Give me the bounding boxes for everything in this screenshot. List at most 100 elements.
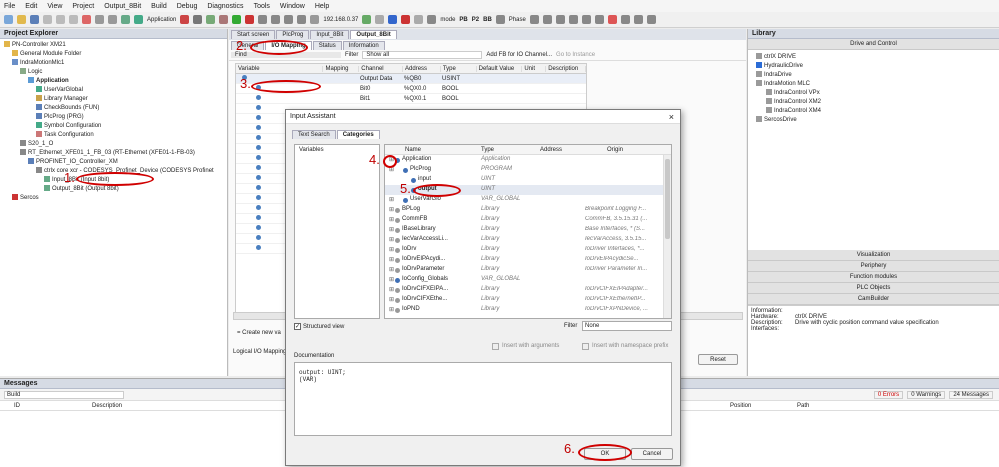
grid-icon[interactable] — [594, 15, 604, 24]
io-column-header[interactable]: Type — [441, 65, 477, 72]
tree-item[interactable]: PROFINET_IO_Controller_XM — [2, 158, 227, 167]
expand-icon[interactable]: ⊞ — [389, 296, 394, 303]
symbol-row[interactable]: ⊞ IoDrvParameter Library IoDriver Parameter… — [385, 265, 671, 275]
logout-icon[interactable] — [219, 15, 229, 24]
library-item[interactable]: IndraControl VPx — [756, 89, 999, 98]
mapping-cell[interactable] — [324, 74, 360, 83]
delete-icon[interactable] — [82, 15, 91, 24]
library-group-visualization[interactable]: Visualization — [748, 250, 999, 261]
menu-help[interactable]: Help — [315, 3, 329, 10]
menu-diagnostics[interactable]: Diagnostics — [207, 3, 243, 10]
stop-icon[interactable] — [245, 15, 255, 24]
tree-item[interactable]: General Module Folder — [2, 50, 227, 59]
subtab-information[interactable]: Information — [342, 41, 385, 50]
paste-icon[interactable] — [69, 15, 78, 24]
copy-icon[interactable] — [56, 15, 65, 24]
symbol-row[interactable]: ⊞ BPLog Library Breakpoint Logging F... — [385, 205, 671, 215]
dialog-tab-categories[interactable]: Categories — [336, 130, 380, 139]
expand-icon[interactable]: ⊞ — [389, 246, 394, 253]
step-icon[interactable] — [271, 15, 281, 24]
library-group-periphery[interactable]: Periphery — [748, 261, 999, 272]
expand-icon[interactable]: ⊞ — [389, 256, 394, 263]
menu-edit[interactable]: Edit — [25, 3, 37, 10]
sync-icon[interactable] — [495, 15, 505, 24]
step-over-icon[interactable] — [284, 15, 294, 24]
network-icon[interactable] — [310, 15, 320, 24]
filter-dropdown[interactable]: None — [582, 321, 672, 331]
reset-icon[interactable] — [258, 15, 268, 24]
clock-icon[interactable] — [414, 15, 424, 24]
io-column-header[interactable]: Variable — [236, 65, 324, 72]
table-row[interactable]: Bit1 %QX0.1 BOOL — [236, 94, 586, 104]
category-item[interactable]: Variables — [299, 147, 375, 153]
expand-icon[interactable]: ⊞ — [389, 286, 394, 293]
io-column-header[interactable]: Unit — [522, 65, 547, 72]
mode-pb-button[interactable]: PB — [459, 17, 467, 23]
menu-build[interactable]: Build — [151, 3, 167, 10]
cancel-button[interactable]: Cancel — [631, 448, 673, 460]
connect-icon[interactable] — [362, 15, 372, 24]
messages-column-header-cell[interactable]: ID — [14, 403, 20, 409]
expand-icon[interactable]: ⊞ — [389, 266, 394, 273]
subtab-status[interactable]: Status — [312, 41, 342, 50]
menu-file[interactable]: File — [4, 3, 15, 10]
symbol-row[interactable]: ⊞ PlcProg PROGRAM — [385, 165, 671, 175]
mapping-cell[interactable] — [324, 94, 360, 103]
tree-item[interactable]: Logic — [2, 68, 227, 77]
login-icon[interactable] — [206, 15, 216, 24]
go-to-instance-button[interactable]: Go to Instance — [556, 52, 595, 58]
tree-item[interactable]: IndraMotionMlc1 — [2, 59, 227, 68]
find-icon[interactable] — [121, 15, 130, 24]
symbol-row[interactable]: ⊞ IoDrvEIPAcydi... Library IoDrvEIPAcydicSe… — [385, 255, 671, 265]
tree-item[interactable]: UserVarGlobal — [2, 86, 227, 95]
library-item[interactable]: ctrlX DRIVE — [756, 53, 999, 62]
errors-filter-button[interactable]: 0 Errors — [873, 390, 904, 399]
expand-icon[interactable]: ⊞ — [389, 216, 394, 223]
symbol-row[interactable]: ⊞ CommFB Library CommFB, 3.5.15.31 (... — [385, 215, 671, 225]
disconnect-icon[interactable] — [375, 15, 385, 24]
expand-icon[interactable]: ⊞ — [389, 236, 394, 243]
mode-p2-button[interactable]: P2 — [472, 17, 479, 23]
menu-output-8bit[interactable]: Output_8Bit — [104, 3, 141, 10]
expand-icon[interactable]: ⊞ — [389, 196, 394, 203]
window-icon[interactable] — [646, 15, 656, 24]
menu-view[interactable]: View — [47, 3, 62, 10]
io-column-header[interactable]: Address — [403, 65, 441, 72]
add-fb-button[interactable]: Add FB for IO Channel... — [486, 52, 552, 58]
io-column-header[interactable]: Mapping — [323, 65, 360, 72]
io-column-header[interactable]: Channel — [359, 65, 404, 72]
tree-item[interactable]: PlcProg (PRG) — [2, 113, 227, 122]
io-column-header[interactable]: Description — [546, 65, 586, 72]
library-item[interactable]: SercosDrive — [756, 116, 999, 125]
messages-filter-button[interactable]: 24 Messages — [949, 390, 993, 399]
menu-tools[interactable]: Tools — [254, 3, 270, 10]
symbol-row[interactable]: ⊞ IoPND Library IoDrvCIFXPNDevice, ... — [385, 305, 671, 315]
cut-icon[interactable] — [43, 15, 52, 24]
build-icon[interactable] — [180, 15, 190, 24]
library-item[interactable]: IndraControl XM2 — [756, 98, 999, 107]
structured-view-checkbox[interactable]: ✓ — [294, 323, 301, 330]
mode-bb-button[interactable]: BB — [483, 17, 492, 23]
close-icon[interactable]: × — [669, 112, 674, 122]
symbol-list-scrollbar[interactable] — [663, 155, 671, 318]
insert-with-arguments-checkbox[interactable] — [492, 343, 499, 350]
create-new-variable-label[interactable]: = Create new va — [237, 330, 281, 336]
tree-item[interactable]: Task Configuration — [2, 131, 227, 140]
messages-category-select[interactable]: Build — [4, 390, 124, 399]
symbol-column-header[interactable]: Type — [481, 147, 494, 153]
tree-item[interactable]: Library Manager — [2, 95, 227, 104]
expand-icon[interactable]: ⊞ — [389, 276, 394, 283]
menu-project[interactable]: Project — [72, 3, 94, 10]
editor-tab-plcprog[interactable]: PlcProg — [276, 30, 310, 39]
library-group-cambuilder[interactable]: CamBuilder — [748, 294, 999, 305]
symbol-row[interactable]: ⊞ IoDrvCIFXEIPA... Library IoDrvCIFXEIPAdap… — [385, 285, 671, 295]
tree-item[interactable]: Symbol Configuration — [2, 122, 227, 131]
symbol-row[interactable]: ⊞ IBaseLibrary Library Base Interfaces, * (… — [385, 225, 671, 235]
alert-icon[interactable] — [607, 15, 617, 24]
tree-item[interactable]: PN-Controller XM21 — [2, 41, 227, 50]
menu-debug[interactable]: Debug — [177, 3, 198, 10]
symbol-column-header[interactable]: Address — [540, 147, 562, 153]
tree-item[interactable]: S20_1_O — [2, 140, 227, 149]
zoom-icon[interactable] — [529, 15, 539, 24]
monitor-icon[interactable] — [581, 15, 591, 24]
